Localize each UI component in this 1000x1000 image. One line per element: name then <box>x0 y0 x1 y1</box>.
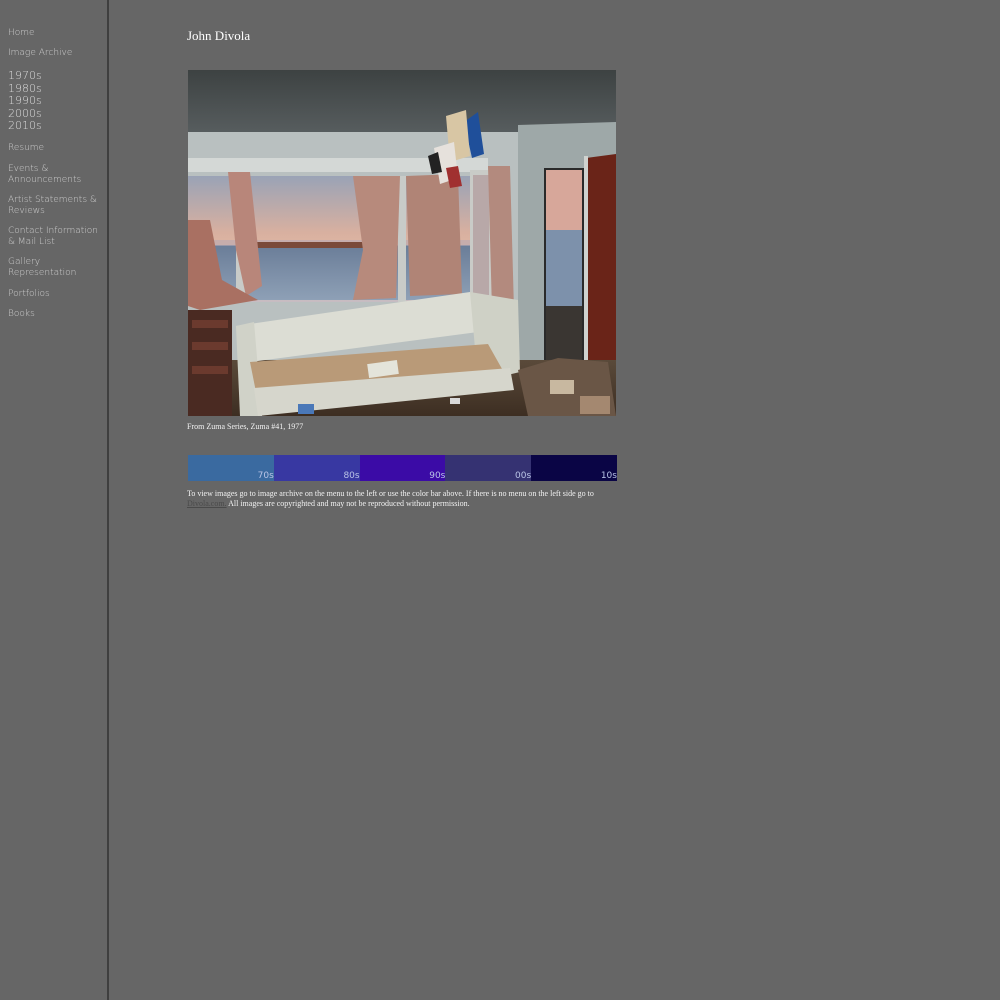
nav-events-link[interactable]: Events & Announcements <box>8 164 88 186</box>
divola-link[interactable]: Divola.com. <box>187 499 227 508</box>
photo-caption: From Zuma Series, Zuma #41, 1977 <box>187 422 304 431</box>
zuma-photograph <box>188 70 616 416</box>
color-bar-10s-label: 10s <box>600 471 617 481</box>
featured-photo[interactable] <box>188 70 616 416</box>
nav-image-archive-link[interactable]: Image Archive <box>8 48 104 59</box>
note-suffix: All images are copyrighted and may not b… <box>228 498 470 508</box>
nav-1970s-link[interactable]: 1970s <box>8 69 42 83</box>
nav-home-link[interactable]: Home <box>8 28 104 39</box>
note-prefix: To view images go to image archive on th… <box>187 489 594 498</box>
page-title: John Divola <box>187 28 251 43</box>
color-bar-00s[interactable]: 00s <box>445 455 532 481</box>
color-bar-00s-label: 00s <box>515 471 532 481</box>
nav-contact-link[interactable]: Contact Information & Mail List <box>8 226 100 248</box>
nav-gallery-link[interactable]: Gallery Representation <box>8 257 80 279</box>
color-bar-80s-label: 80s <box>343 471 360 481</box>
nav-1990s-link[interactable]: 1990s <box>8 94 42 108</box>
color-bar-90s-label: 90s <box>429 471 446 481</box>
nav-books-link[interactable]: Books <box>8 309 104 320</box>
archive-instructions: To view images go to image archive on th… <box>187 489 617 508</box>
sidebar-nav: Home Image Archive 1970s 1980s 1990s 200… <box>0 0 109 1000</box>
color-bar-80s[interactable]: 80s <box>273 455 360 481</box>
color-bar-90s[interactable]: 90s <box>359 455 446 481</box>
decade-color-bar: 70s 80s 90s 00s 10s <box>188 455 617 481</box>
nav-portfolios-link[interactable]: Portfolios <box>8 289 104 300</box>
nav-2010s-link[interactable]: 2010s <box>8 119 42 133</box>
nav-resume-link[interactable]: Resume <box>8 143 104 154</box>
nav-statements-link[interactable]: Artist Statements & Reviews <box>8 195 98 217</box>
color-bar-70s-label: 70s <box>257 471 274 481</box>
color-bar-10s[interactable]: 10s <box>531 455 617 481</box>
color-bar-70s[interactable]: 70s <box>188 455 274 481</box>
